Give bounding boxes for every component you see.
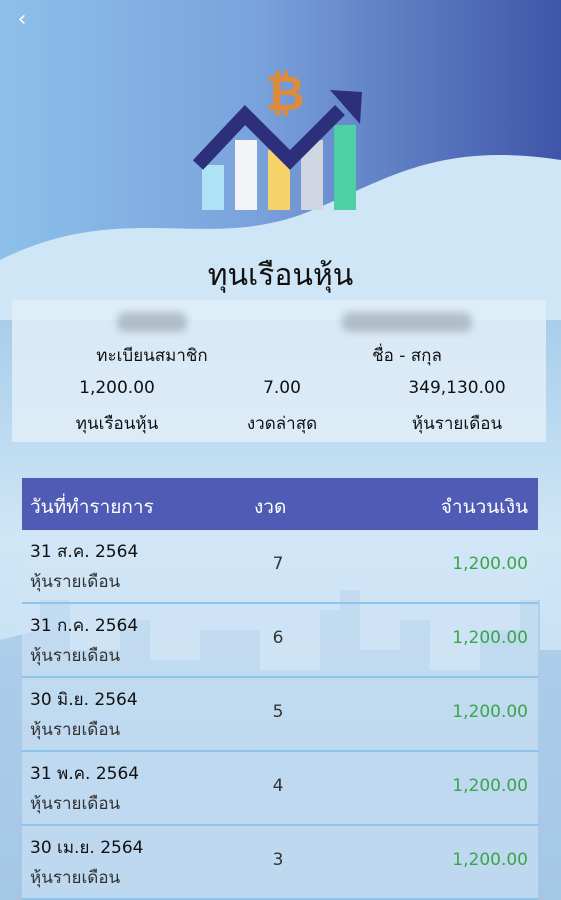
row-amount: 1,200.00 (452, 850, 528, 870)
row-type: หุ้นรายเดือน (30, 794, 121, 814)
row-installment: 4 (272, 776, 284, 796)
row-installment: 3 (272, 850, 284, 870)
row-date: 31 พ.ค. 2564 (30, 764, 140, 784)
row-amount: 1,200.00 (452, 628, 528, 648)
row-date: 31 ก.ค. 2564 (30, 616, 139, 636)
redacted-member-name (342, 312, 472, 332)
row-installment: 6 (272, 628, 284, 648)
header-installment: งวด (254, 496, 287, 518)
member-summary-card: ทะเบียนสมาชิก ชื่อ - สกุล 1,200.00 7.00 … (12, 300, 546, 442)
stock-chart-logo: ₿ (192, 66, 362, 210)
header-date: วันที่ทำรายการ (30, 496, 154, 518)
row-type: หุ้นรายเดือน (30, 720, 121, 740)
row-installment: 7 (272, 554, 284, 574)
table-row[interactable]: 30 มิ.ย. 2564 หุ้นรายเดือน 5 1,200.00 (22, 678, 538, 752)
row-type: หุ้นรายเดือน (30, 646, 121, 666)
row-amount: 1,200.00 (452, 702, 528, 722)
row-installment: 5 (272, 702, 284, 722)
table-header: วันที่ทำรายการ งวด จำนวนเงิน (22, 478, 538, 530)
row-amount: 1,200.00 (452, 554, 528, 574)
name-label: ชื่อ - สกุล (372, 346, 442, 366)
bitcoin-icon: ₿ (265, 66, 304, 122)
share-capital-value: 1,200.00 (79, 378, 155, 398)
row-date: 30 เม.ย. 2564 (30, 838, 144, 858)
share-capital-label: ทุนเรือนหุ้น (75, 414, 159, 434)
row-type: หุ้นรายเดือน (30, 572, 121, 592)
latest-installment-value: 7.00 (263, 378, 301, 398)
page-title: ทุนเรือนหุ้น (207, 258, 354, 293)
monthly-shares-value: 349,130.00 (408, 378, 506, 398)
svg-text:₿: ₿ (265, 66, 304, 122)
transaction-table: วันที่ทำรายการ งวด จำนวนเงิน 31 ส.ค. 256… (22, 478, 538, 900)
row-date: 30 มิ.ย. 2564 (30, 690, 138, 710)
table-row[interactable]: 30 เม.ย. 2564 หุ้นรายเดือน 3 1,200.00 (22, 826, 538, 900)
row-date: 31 ส.ค. 2564 (30, 542, 139, 562)
latest-installment-label: งวดล่าสุด (246, 414, 318, 434)
member-id-label: ทะเบียนสมาชิก (96, 346, 208, 366)
redacted-member-id (117, 312, 187, 332)
table-row[interactable]: 31 พ.ค. 2564 หุ้นรายเดือน 4 1,200.00 (22, 752, 538, 826)
chevron-left-icon: ‹ (17, 7, 27, 32)
row-type: หุ้นรายเดือน (30, 868, 121, 888)
header-amount: จำนวนเงิน (440, 496, 528, 518)
table-row[interactable]: 31 ก.ค. 2564 หุ้นรายเดือน 6 1,200.00 (22, 604, 538, 678)
row-amount: 1,200.00 (452, 776, 528, 796)
back-button[interactable]: ‹ (8, 6, 36, 34)
monthly-shares-label: หุ้นรายเดือน (411, 414, 503, 434)
table-row[interactable]: 31 ส.ค. 2564 หุ้นรายเดือน 7 1,200.00 (22, 530, 538, 604)
